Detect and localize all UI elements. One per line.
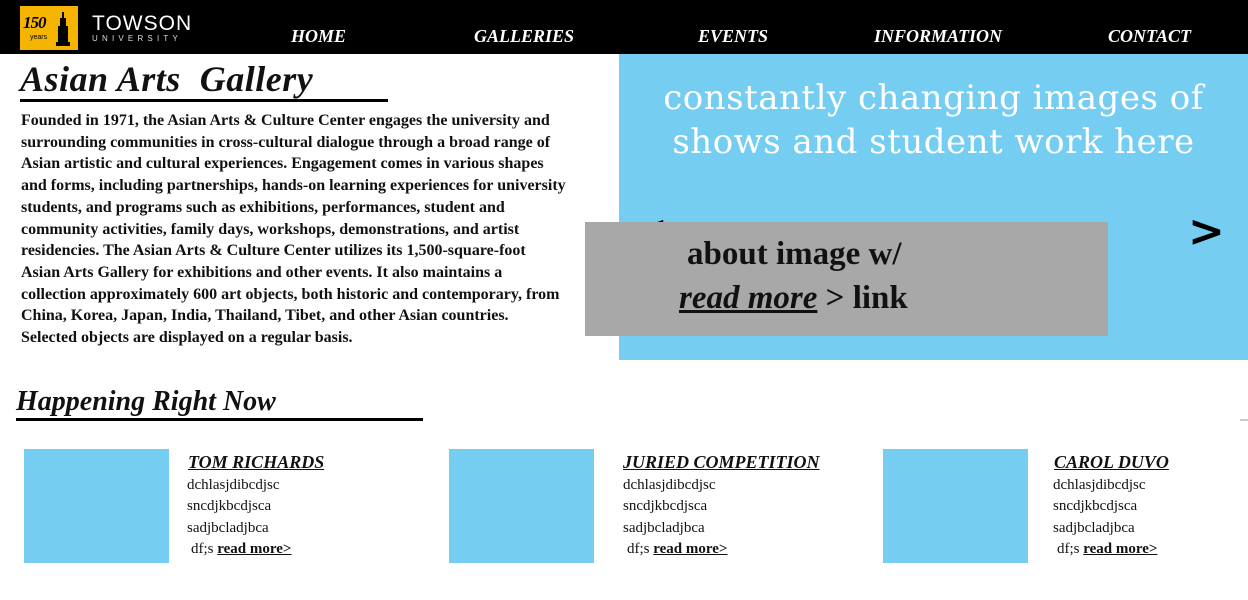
- caption-read-more-link[interactable]: read more: [679, 280, 817, 316]
- card-more-row: df;s read more>: [191, 541, 291, 558]
- card-prefix: df;s: [627, 541, 650, 557]
- anniversary-number: 150: [23, 13, 46, 32]
- card-prefix: df;s: [1057, 541, 1080, 557]
- card-read-more-link[interactable]: read more>: [653, 541, 727, 557]
- university-name[interactable]: TOWSON: [92, 12, 192, 36]
- slider-placeholder-text: constantly changing images of shows and …: [619, 76, 1248, 164]
- caption-text: about image w/: [687, 236, 902, 272]
- nav-home[interactable]: HOME: [291, 26, 346, 47]
- card-text-line: sadjbcladjbca: [623, 520, 705, 536]
- card-text-line: dchlasjdibcdjsc: [1053, 477, 1146, 493]
- caption-read-more-row: read more > link: [679, 280, 908, 317]
- card-text-line: sncdjkbcdjsca: [623, 498, 708, 514]
- anniversary-logo[interactable]: 150 years: [20, 6, 78, 50]
- card-text-line: dchlasjdibcdjsc: [187, 477, 280, 493]
- card-thumbnail[interactable]: [24, 449, 169, 563]
- card-text-line: sncdjkbcdjsca: [187, 498, 272, 514]
- caption-link-suffix: > link: [817, 280, 908, 316]
- divider: [1240, 419, 1248, 421]
- card-more-row: df;s read more>: [627, 541, 727, 558]
- nav-contact[interactable]: CONTACT: [1108, 26, 1191, 47]
- nav-information[interactable]: INFORMATION: [874, 26, 1002, 47]
- slider-caption-box: about image w/ read more > link: [585, 222, 1108, 336]
- card-text-line: dchlasjdibcdjsc: [623, 477, 716, 493]
- slider-text-line2: shows and student work here: [672, 122, 1195, 162]
- slider-text-line1: constantly changing images of: [663, 78, 1204, 118]
- card-prefix: df;s: [191, 541, 214, 557]
- card-more-row: df;s read more>: [1057, 541, 1157, 558]
- card-read-more-link[interactable]: read more>: [217, 541, 291, 557]
- top-navigation-bar: 150 years TOWSON UNIVERSITY HOME GALLERI…: [0, 0, 1248, 54]
- tower-icon: [56, 12, 70, 46]
- section-underline: [16, 418, 423, 421]
- card-thumbnail[interactable]: [883, 449, 1028, 563]
- card-title[interactable]: JURIED COMPETITION: [623, 452, 820, 473]
- title-underline: [20, 99, 388, 102]
- about-paragraph: Founded in 1971, the Asian Arts & Cultur…: [21, 112, 566, 347]
- page-title: Asian Arts Gallery: [20, 59, 314, 99]
- card-text-line: sadjbcladjbca: [187, 520, 269, 536]
- slider-next-icon[interactable]: >: [1188, 210, 1225, 254]
- card-title[interactable]: TOM RICHARDS: [188, 452, 324, 473]
- card-read-more-link[interactable]: read more>: [1083, 541, 1157, 557]
- card-thumbnail[interactable]: [449, 449, 594, 563]
- card-text-line: sadjbcladjbca: [1053, 520, 1135, 536]
- card-text-line: sncdjkbcdjsca: [1053, 498, 1138, 514]
- nav-galleries[interactable]: GALLERIES: [474, 26, 574, 47]
- card-title[interactable]: CAROL DUVO: [1054, 452, 1169, 473]
- anniversary-sub: years: [30, 34, 48, 41]
- university-sub: UNIVERSITY: [92, 34, 183, 43]
- nav-events[interactable]: EVENTS: [698, 26, 768, 47]
- section-title: Happening Right Now: [16, 386, 276, 417]
